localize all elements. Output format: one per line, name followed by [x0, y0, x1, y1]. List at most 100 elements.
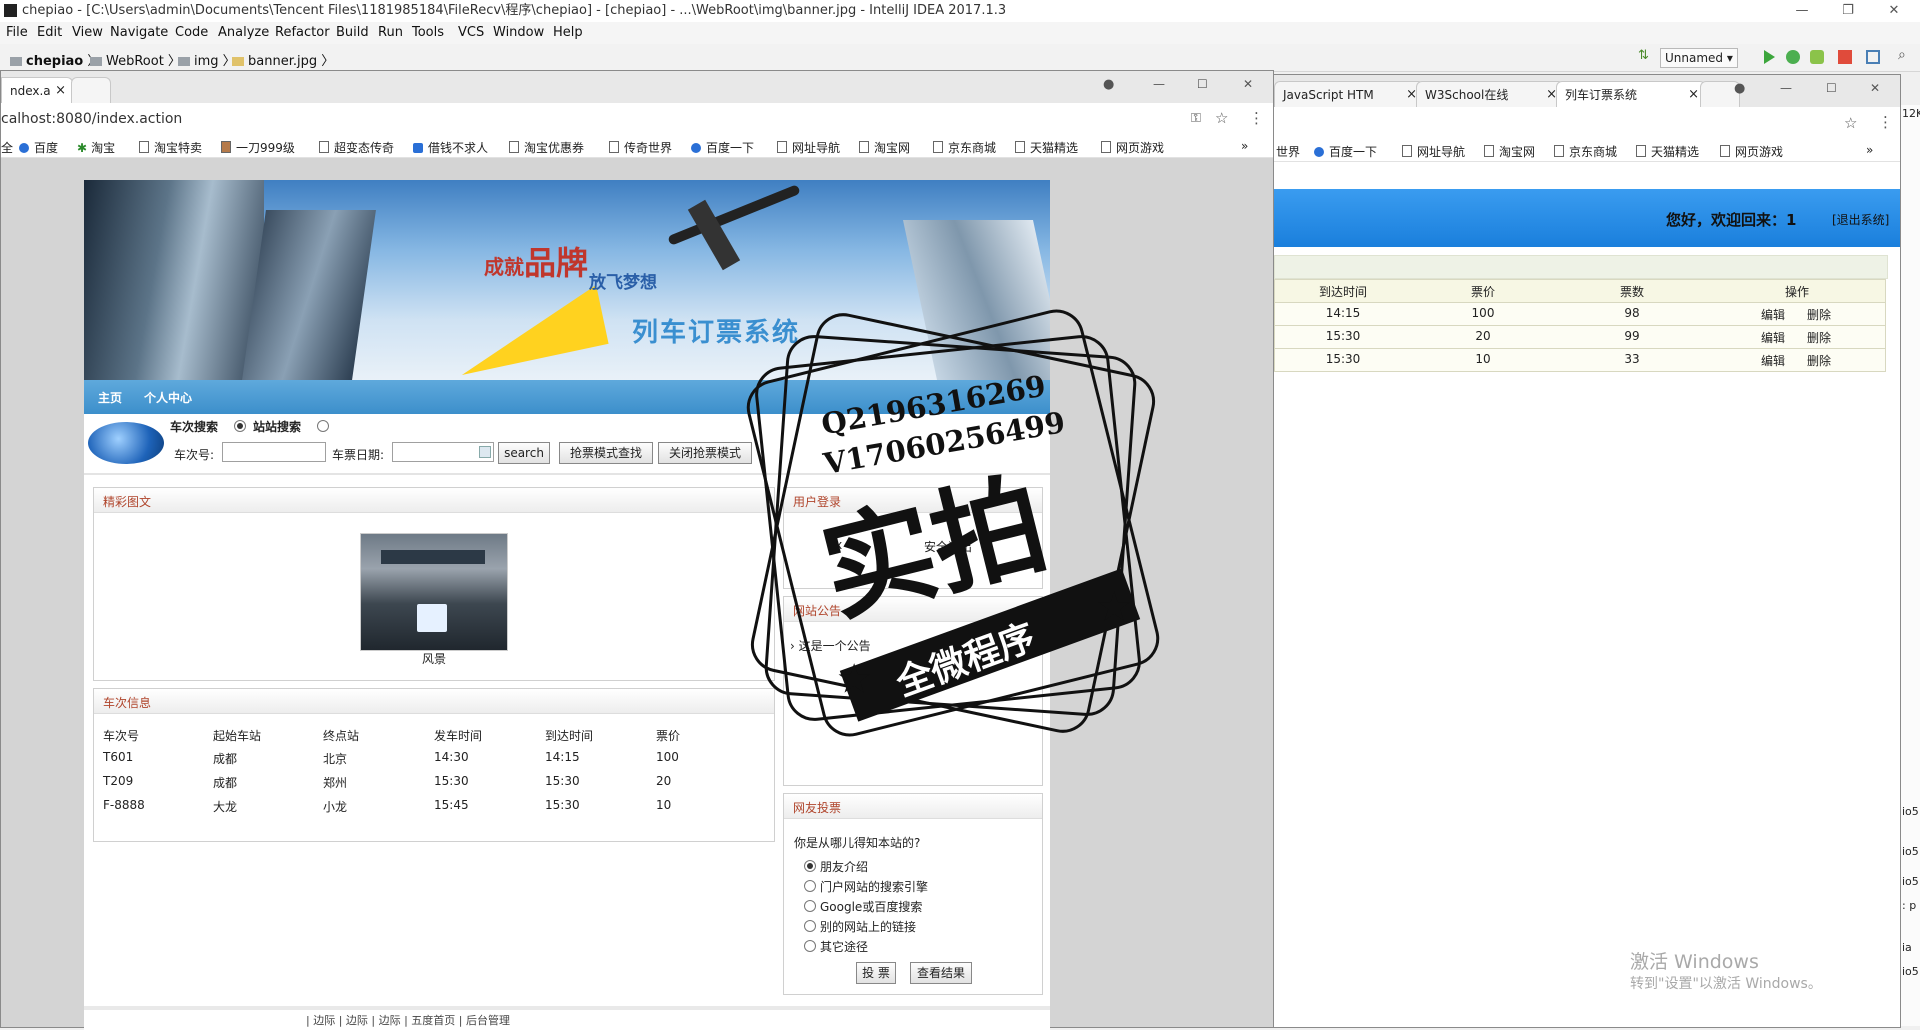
- menu-view[interactable]: View: [72, 25, 103, 40]
- menu-build[interactable]: Build: [336, 25, 369, 40]
- bookmark-item[interactable]: 一刀999级: [221, 139, 295, 156]
- debug-icon[interactable]: [1786, 50, 1800, 64]
- bookmarks-more[interactable]: »: [1866, 143, 1873, 157]
- menu-refactor[interactable]: Refactor: [275, 25, 330, 40]
- bookmark-item[interactable]: 网页游戏: [1720, 143, 1783, 160]
- gallery-photo[interactable]: [360, 533, 508, 651]
- bookmark-item[interactable]: 网址导航: [1402, 143, 1465, 160]
- close-icon[interactable]: ✕: [1870, 81, 1880, 95]
- key-icon[interactable]: ⚿: [1191, 111, 1201, 126]
- search-button[interactable]: search: [498, 442, 550, 464]
- more-menu-icon[interactable]: ⋮: [1878, 113, 1893, 131]
- logout-link[interactable]: [退出系统]: [1832, 211, 1889, 228]
- delete-link[interactable]: 删除: [1807, 329, 1831, 346]
- menu-help[interactable]: Help: [553, 25, 583, 40]
- bookmark-item[interactable]: 网址导航: [777, 139, 840, 156]
- run-config-select[interactable]: Unnamed ▾: [1660, 48, 1738, 68]
- bookmark-item[interactable]: 淘宝优惠券: [509, 139, 584, 156]
- vote-option-radio[interactable]: [804, 880, 816, 892]
- close-icon[interactable]: ✕: [1243, 77, 1253, 91]
- bookmark-item[interactable]: 京东商城: [1554, 143, 1617, 160]
- menu-navigate[interactable]: Navigate: [110, 25, 168, 40]
- close-icon[interactable]: ✕: [1872, 0, 1916, 22]
- tab-train-system[interactable]: 列车订票系统 ×: [1556, 81, 1706, 108]
- tab-w3school[interactable]: W3School在线 ×: [1416, 81, 1564, 108]
- date-input[interactable]: [392, 442, 494, 462]
- bookmark-item[interactable]: 天猫精选: [1636, 143, 1699, 160]
- minimize-icon[interactable]: —: [1780, 81, 1792, 95]
- restore-icon[interactable]: ❐: [1826, 0, 1870, 22]
- url-text[interactable]: calhost:8080/index.action: [1, 111, 182, 127]
- menu-tools[interactable]: Tools: [412, 25, 444, 40]
- menu-run[interactable]: Run: [378, 25, 403, 40]
- profile-icon[interactable]: ●: [1734, 81, 1745, 96]
- breadcrumb-img[interactable]: img 〉: [178, 50, 236, 69]
- menu-analyze[interactable]: Analyze: [218, 25, 269, 40]
- menu-code[interactable]: Code: [175, 25, 208, 40]
- train-no-input[interactable]: [222, 442, 326, 462]
- stop-icon[interactable]: [1838, 50, 1852, 64]
- close-tab-icon[interactable]: ×: [55, 78, 66, 104]
- bookmark-item[interactable]: 百度一下: [691, 139, 754, 156]
- menu-file[interactable]: File: [6, 25, 28, 40]
- vote-button[interactable]: 投 票: [856, 962, 896, 984]
- mode-train-radio[interactable]: [234, 420, 246, 432]
- bookmark-item[interactable]: 天猫精选: [1015, 139, 1078, 156]
- bookmark-item[interactable]: 百度一下: [1314, 143, 1377, 160]
- project-structure-icon[interactable]: [1866, 50, 1880, 64]
- sort-icon[interactable]: ⇅: [1638, 48, 1652, 63]
- breadcrumb-webroot[interactable]: WebRoot 〉: [90, 50, 181, 69]
- profile-icon[interactable]: ●: [1103, 77, 1114, 92]
- vote-option-radio[interactable]: [804, 940, 816, 952]
- nav-profile[interactable]: 个人中心: [144, 389, 192, 406]
- new-tab-button[interactable]: [71, 77, 111, 104]
- bookmark-item[interactable]: 超变态传奇: [319, 139, 394, 156]
- minimize-icon[interactable]: —: [1153, 77, 1165, 91]
- bookmark-item[interactable]: 网页游戏: [1101, 139, 1164, 156]
- more-menu-icon[interactable]: ⋮: [1249, 109, 1264, 127]
- edit-link[interactable]: 编辑: [1761, 352, 1785, 369]
- edit-link[interactable]: 编辑: [1761, 329, 1785, 346]
- bookmark-item[interactable]: 淘宝网: [859, 139, 910, 156]
- menu-vcs[interactable]: VCS: [458, 25, 484, 40]
- maximize-icon[interactable]: ☐: [1197, 77, 1208, 91]
- bookmark-item[interactable]: 淘宝特卖: [139, 139, 202, 156]
- edit-link[interactable]: 编辑: [1761, 306, 1785, 323]
- tab-javascript[interactable]: JavaScript HTM ×: [1274, 81, 1424, 108]
- cell-count: 33: [1624, 352, 1640, 366]
- run-icon[interactable]: [1764, 50, 1775, 64]
- bookmark-item[interactable]: 京东商城: [933, 139, 996, 156]
- bookmark-item[interactable]: ✱ 淘宝: [77, 139, 115, 156]
- menu-edit[interactable]: Edit: [37, 25, 62, 40]
- view-results-button[interactable]: 查看结果: [910, 962, 972, 984]
- bookmark-star-icon[interactable]: ☆: [1215, 109, 1228, 127]
- left-address-bar[interactable]: calhost:8080/index.action ⚿ ☆ ⋮: [1, 103, 1273, 136]
- close-tab-icon[interactable]: ×: [1688, 82, 1699, 108]
- delete-link[interactable]: 删除: [1807, 306, 1831, 323]
- minimize-icon[interactable]: —: [1780, 0, 1824, 22]
- grab-ticket-button[interactable]: 抢票模式查找: [559, 442, 653, 464]
- maximize-icon[interactable]: ☐: [1826, 81, 1837, 95]
- bookmark-star-icon[interactable]: ☆: [1844, 114, 1857, 132]
- bookmark-item[interactable]: 借钱不求人: [413, 139, 488, 156]
- search-icon[interactable]: ⌕: [1898, 47, 1912, 63]
- menu-window[interactable]: Window: [493, 25, 544, 40]
- vote-option-radio[interactable]: [804, 920, 816, 932]
- vote-option-radio[interactable]: [804, 900, 816, 912]
- nav-home[interactable]: 主页: [98, 389, 122, 406]
- bookmark-item[interactable]: 全: [1, 139, 13, 156]
- vote-option-radio[interactable]: [804, 860, 816, 872]
- mode-station-radio[interactable]: [317, 420, 329, 432]
- bookmark-item[interactable]: 世界: [1276, 143, 1300, 160]
- tab-index[interactable]: ndex.a ×: [1, 77, 73, 104]
- calendar-icon[interactable]: [479, 446, 491, 458]
- bookmark-item[interactable]: 百度: [19, 139, 58, 156]
- bookmarks-more[interactable]: »: [1241, 139, 1248, 153]
- breadcrumb-project[interactable]: chepiao 〉: [10, 50, 100, 69]
- delete-link[interactable]: 删除: [1807, 352, 1831, 369]
- right-address-bar[interactable]: ☆ ⋮: [1274, 107, 1900, 140]
- bookmark-item[interactable]: 传奇世界: [609, 139, 672, 156]
- bookmark-item[interactable]: 淘宝网: [1484, 143, 1535, 160]
- breadcrumb-file[interactable]: banner.jpg 〉: [232, 50, 334, 69]
- coverage-icon[interactable]: [1810, 50, 1824, 64]
